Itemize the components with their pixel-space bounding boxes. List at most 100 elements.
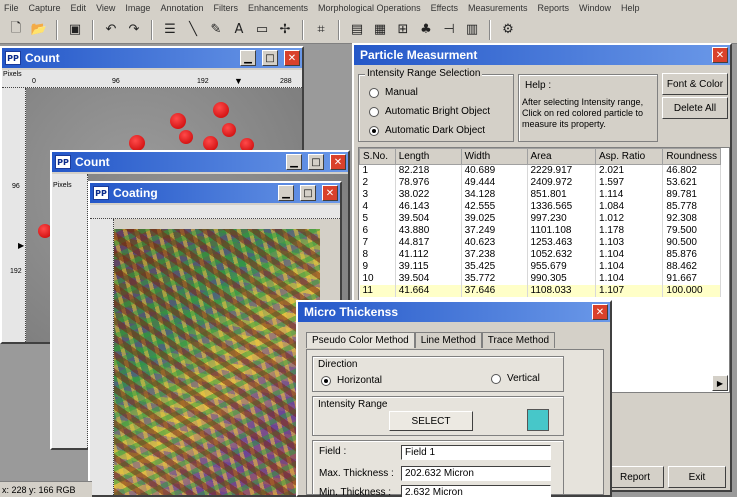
- scroll-right-button[interactable]: ▶: [712, 375, 728, 391]
- minimize-button[interactable]: ▁: [286, 154, 302, 170]
- count-window-titlebar[interactable]: PP Count ▁ □ ✕: [2, 48, 302, 68]
- minimize-button[interactable]: ▁: [240, 50, 256, 66]
- particle-dot[interactable]: [179, 130, 193, 144]
- close-button[interactable]: ✕: [592, 304, 608, 320]
- column-header[interactable]: Roundness: [662, 148, 721, 165]
- coating-pseudo-color-image[interactable]: [114, 229, 320, 495]
- radio-circle[interactable]: [491, 373, 501, 384]
- crop-icon[interactable]: ⌗: [311, 20, 331, 40]
- menu-reports[interactable]: Reports: [537, 3, 569, 13]
- capture-icon[interactable]: ▣: [65, 20, 85, 40]
- font-color-button[interactable]: Font & Color: [662, 73, 728, 95]
- close-button[interactable]: ✕: [330, 154, 346, 170]
- column-header[interactable]: Asp. Ratio: [595, 148, 664, 165]
- maximize-button[interactable]: □: [300, 185, 316, 201]
- exit-button[interactable]: Exit: [668, 466, 726, 488]
- maximize-button[interactable]: □: [262, 50, 278, 66]
- max-thickness-value[interactable]: 202.632 Micron: [401, 466, 551, 481]
- table-row[interactable]: 9 39.115 35.425 955.679 1.104 88.462: [359, 261, 721, 273]
- new-file-icon[interactable]: 🗋: [6, 20, 26, 40]
- chart-icon[interactable]: ▥: [462, 20, 482, 40]
- radio-circle-selected[interactable]: [369, 125, 379, 136]
- micro-thickness-window[interactable]: Micro Thickenss ✕ Pseudo Color Method Li…: [296, 300, 612, 497]
- grid-icon[interactable]: ▦: [370, 20, 390, 40]
- automatic-dark-radio[interactable]: Automatic Dark Object: [369, 125, 485, 136]
- radio-circle[interactable]: [369, 106, 379, 117]
- horizontal-radio[interactable]: Horizontal: [321, 375, 382, 386]
- radio-circle-selected[interactable]: [321, 375, 331, 386]
- column-header[interactable]: S.No.: [359, 148, 396, 165]
- manual-radio[interactable]: Manual: [369, 87, 418, 98]
- menu-image[interactable]: Image: [125, 3, 150, 13]
- close-button[interactable]: ✕: [712, 47, 728, 63]
- table-row[interactable]: 4 46.143 42.555 1336.565 1.084 85.778: [359, 201, 721, 213]
- particle-measurement-titlebar[interactable]: Particle Measurment ✕: [354, 45, 730, 65]
- table-row[interactable]: 5 39.504 39.025 997.230 1.012 92.308: [359, 213, 721, 225]
- undo-icon[interactable]: ↶: [101, 20, 121, 40]
- particle-dot[interactable]: [213, 102, 229, 118]
- table-row[interactable]: 8 41.112 37.238 1052.632 1.104 85.876: [359, 249, 721, 261]
- pen-tool-icon[interactable]: ✎: [206, 20, 226, 40]
- table-row[interactable]: 7 44.817 40.623 1253.463 1.103 90.500: [359, 237, 721, 249]
- rectangle-tool-icon[interactable]: ▭: [252, 20, 272, 40]
- menu-file[interactable]: File: [4, 3, 19, 13]
- table-row[interactable]: 1 82.218 40.689 2229.917 2.021 46.802: [359, 164, 721, 177]
- micro-thickness-titlebar[interactable]: Micro Thickenss ✕: [298, 302, 610, 322]
- table-row[interactable]: 11 41.664 37.646 1108.033 1.107 100.000: [359, 285, 721, 297]
- zoom-icon[interactable]: ⊞: [393, 20, 413, 40]
- min-thickness-value[interactable]: 2.632 Micron: [401, 485, 551, 497]
- min-thickness-label: Min. Thickness :: [319, 487, 392, 497]
- menu-edit[interactable]: Edit: [71, 3, 87, 13]
- menu-annotation[interactable]: Annotation: [160, 3, 203, 13]
- select-button[interactable]: SELECT: [389, 411, 473, 431]
- delete-all-button[interactable]: Delete All: [662, 97, 728, 119]
- column-header[interactable]: Width: [460, 148, 528, 165]
- coating-window-titlebar[interactable]: PP Coating ▁ □ ✕: [90, 183, 340, 203]
- tab-pseudo-color-method[interactable]: Pseudo Color Method: [306, 332, 415, 348]
- report-button[interactable]: Report: [606, 466, 664, 488]
- table-row[interactable]: 3 38.022 34.128 851.801 1.114 89.781: [359, 189, 721, 201]
- line-tool-icon[interactable]: ╲: [183, 20, 203, 40]
- table-row[interactable]: 2 78.976 49.444 2409.972 1.597 53.621: [359, 177, 721, 189]
- menu-enhancements[interactable]: Enhancements: [248, 3, 308, 13]
- measurement-table[interactable]: S.No. Length Width Area Asp. Ratio Round…: [359, 148, 721, 297]
- effects-icon[interactable]: ♣: [416, 20, 436, 40]
- automatic-bright-radio[interactable]: Automatic Bright Object: [369, 106, 490, 117]
- open-folder-icon[interactable]: 📂: [29, 20, 49, 40]
- close-button[interactable]: ✕: [322, 185, 338, 201]
- intensity-color-swatch[interactable]: [527, 409, 549, 431]
- image-view-icon[interactable]: ▤: [347, 20, 367, 40]
- settings-icon[interactable]: ⚙: [498, 20, 518, 40]
- maximize-button[interactable]: □: [308, 154, 324, 170]
- particle-dot[interactable]: [129, 135, 145, 151]
- redo-icon[interactable]: ↷: [124, 20, 144, 40]
- table-cell: 43.880: [395, 225, 462, 237]
- menu-view[interactable]: View: [96, 3, 115, 13]
- text-tool-icon[interactable]: A: [229, 20, 249, 40]
- tab-line-method[interactable]: Line Method: [414, 332, 482, 348]
- vertical-radio[interactable]: Vertical: [491, 373, 540, 384]
- tab-trace-method[interactable]: Trace Method: [481, 332, 556, 348]
- column-header[interactable]: Area: [526, 148, 597, 165]
- table-row[interactable]: 10 39.504 35.772 990.305 1.104 91.667: [359, 273, 721, 285]
- pointer-tool-icon[interactable]: ✢: [275, 20, 295, 40]
- menu-capture[interactable]: Capture: [29, 3, 61, 13]
- table-row[interactable]: 6 43.880 37.249 1101.108 1.178 79.500: [359, 225, 721, 237]
- menu-filters[interactable]: Filters: [213, 3, 238, 13]
- close-button[interactable]: ✕: [284, 50, 300, 66]
- menu-window[interactable]: Window: [579, 3, 611, 13]
- column-header[interactable]: Length: [394, 148, 462, 165]
- field-input[interactable]: Field 1: [401, 445, 551, 460]
- menu-help[interactable]: Help: [621, 3, 640, 13]
- menu-measurements[interactable]: Measurements: [468, 3, 528, 13]
- measure-icon[interactable]: ⊣: [439, 20, 459, 40]
- menu-morphological[interactable]: Morphological Operations: [318, 3, 421, 13]
- menu-effects[interactable]: Effects: [431, 3, 458, 13]
- particle-dot[interactable]: [203, 136, 218, 151]
- align-icon[interactable]: ☰: [160, 20, 180, 40]
- particle-dot[interactable]: [170, 113, 186, 129]
- particle-dot[interactable]: [222, 123, 236, 137]
- radio-circle[interactable]: [369, 87, 379, 98]
- count-window-2-titlebar[interactable]: PP Count ▁ □ ✕: [52, 152, 348, 172]
- minimize-button[interactable]: ▁: [278, 185, 294, 201]
